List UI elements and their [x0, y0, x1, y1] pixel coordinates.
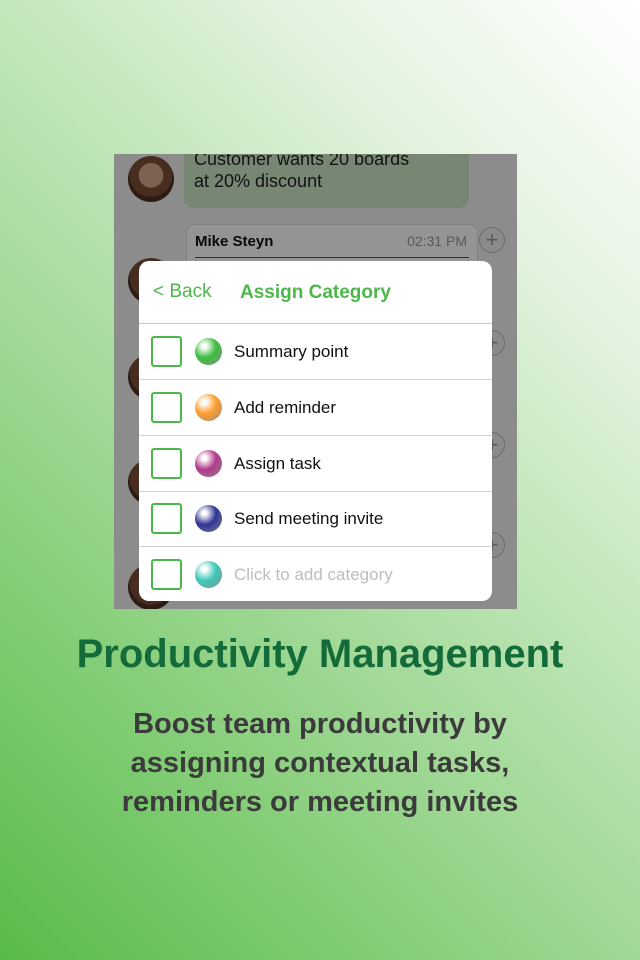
category-label: Assign task: [234, 454, 321, 473]
headline: Productivity Management: [76, 632, 564, 676]
category-checkbox[interactable]: [151, 503, 182, 534]
phone-screenshot: Customer wants 20 boards at 20% discount…: [114, 154, 517, 609]
category-row-add[interactable]: Click to add category: [139, 547, 492, 601]
blue-dot-icon: [195, 505, 222, 532]
orange-dot-icon: [195, 394, 222, 421]
category-row-reminder[interactable]: Add reminder: [139, 380, 492, 436]
category-checkbox[interactable]: [151, 448, 182, 479]
green-dot-icon: [195, 338, 222, 365]
category-checkbox[interactable]: [151, 392, 182, 423]
teal-dot-icon: [195, 561, 222, 588]
category-label: Summary point: [234, 342, 349, 361]
dialog-title: Assign Category: [240, 282, 391, 303]
category-checkbox[interactable]: [151, 559, 182, 590]
category-checkbox[interactable]: [151, 336, 182, 367]
subtext: Boost team productivity by assigning con…: [0, 705, 640, 822]
assign-category-dialog: < Back Assign Category Summary point Add…: [139, 261, 492, 601]
subtext-line: assigning contextual tasks,: [130, 747, 510, 779]
dialog-header: < Back Assign Category: [139, 261, 492, 324]
category-label: Add reminder: [234, 398, 337, 417]
category-row-meeting[interactable]: Send meeting invite: [139, 491, 492, 547]
subtext-line: Boost team productivity by: [133, 708, 507, 740]
category-row-task[interactable]: Assign task: [139, 436, 492, 492]
purple-dot-icon: [195, 450, 222, 477]
back-button[interactable]: < Back: [153, 281, 212, 303]
add-category-input[interactable]: Click to add category: [234, 565, 393, 585]
subtext-line: reminders or meeting invites: [121, 786, 519, 818]
category-label: Send meeting invite: [234, 509, 384, 528]
category-row-summary[interactable]: Summary point: [139, 324, 492, 380]
